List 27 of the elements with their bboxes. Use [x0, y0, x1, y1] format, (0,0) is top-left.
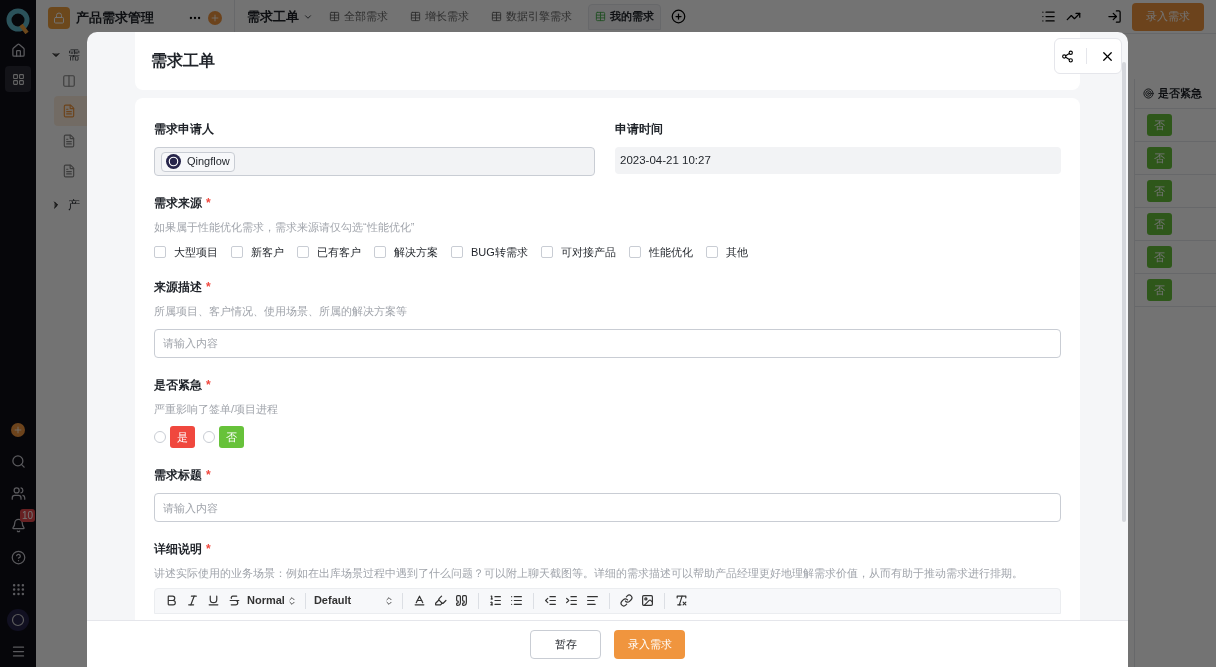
required-mark: * [206, 195, 211, 212]
modal-title: 需求工单 [151, 51, 215, 71]
status-tag: 否 [1147, 246, 1172, 268]
status-tag: 否 [1147, 279, 1172, 301]
field-label: 需求申请人 [154, 121, 214, 138]
field-hint: 讲述实际使用的业务场景：例如在出库场景过程中遇到了什么问题？可以附上聊天截图等。详细的需求描述可以帮助产品经理更好地理解需求价值，从而有助于推动需求进行排期。 [154, 566, 1024, 581]
field-hint: 如果属于性能优化需求，需求来源请仅勾选“性能优化” [154, 220, 416, 235]
required-mark: * [206, 541, 211, 558]
required-mark: * [206, 467, 211, 484]
status-tag: 否 [1147, 147, 1172, 169]
status-tag: 否 [1147, 114, 1172, 136]
field-hint: 所属项目、客户情况、使用场景、所属的解决方案等 [154, 304, 408, 319]
field-hint: 严重影响了签单/项目进程 [154, 401, 280, 417]
member-tag: Qingflow [161, 151, 235, 172]
field-label: 需求标题 [154, 467, 202, 484]
field-label: 是否紧急 [154, 376, 202, 394]
field-label: 需求来源 [154, 195, 202, 212]
notification-badge: 10 [20, 509, 36, 522]
required-mark: * [206, 279, 211, 296]
column-header: 是否紧急 [1135, 79, 1216, 109]
required-mark: * [206, 376, 211, 394]
status-tag: 否 [1147, 180, 1172, 202]
status-tag: 否 [1147, 213, 1172, 235]
field-label: 申请时间 [615, 121, 663, 138]
field-label: 详细说明 [154, 541, 202, 558]
app-name: 产品需求管理 [76, 9, 154, 28]
field-label: 来源描述 [154, 279, 202, 296]
